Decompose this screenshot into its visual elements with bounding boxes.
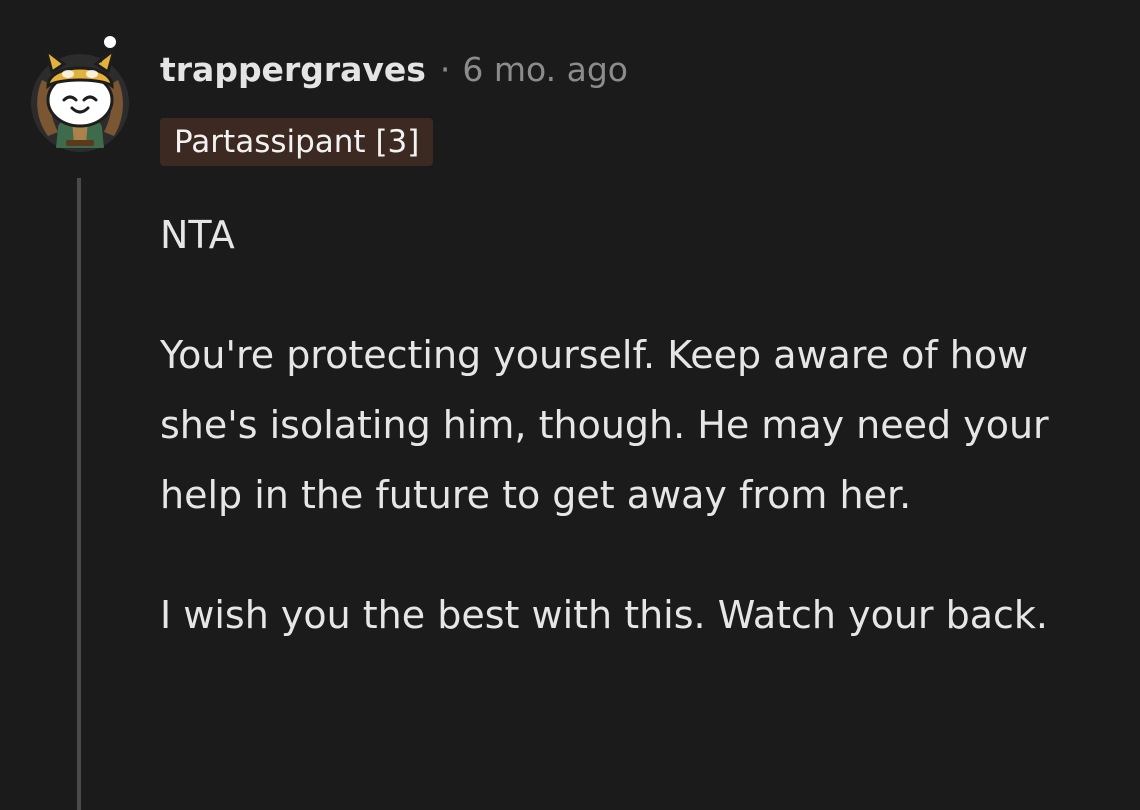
comment-paragraph: I wish you the best with this. Watch you… xyxy=(160,593,1048,637)
meta-separator: · xyxy=(439,50,451,89)
user-flair-badge: Partassipant [3] xyxy=(160,118,434,166)
comment-paragraph: NTA xyxy=(160,213,235,257)
username-link[interactable]: trappergraves xyxy=(160,50,426,89)
comment-timestamp[interactable]: 6 mo. ago xyxy=(462,50,628,89)
comment-body: NTA You're protecting yourself. Keep awa… xyxy=(160,200,1100,700)
user-avatar-icon[interactable] xyxy=(28,34,132,154)
thread-collapse-line[interactable] xyxy=(77,178,81,810)
comment-meta: trappergraves · 6 mo. ago xyxy=(160,50,628,96)
comment: trappergraves · 6 mo. ago Partassipant [… xyxy=(0,0,1140,810)
comment-paragraph: You're protecting yourself. Keep aware o… xyxy=(160,333,1049,517)
